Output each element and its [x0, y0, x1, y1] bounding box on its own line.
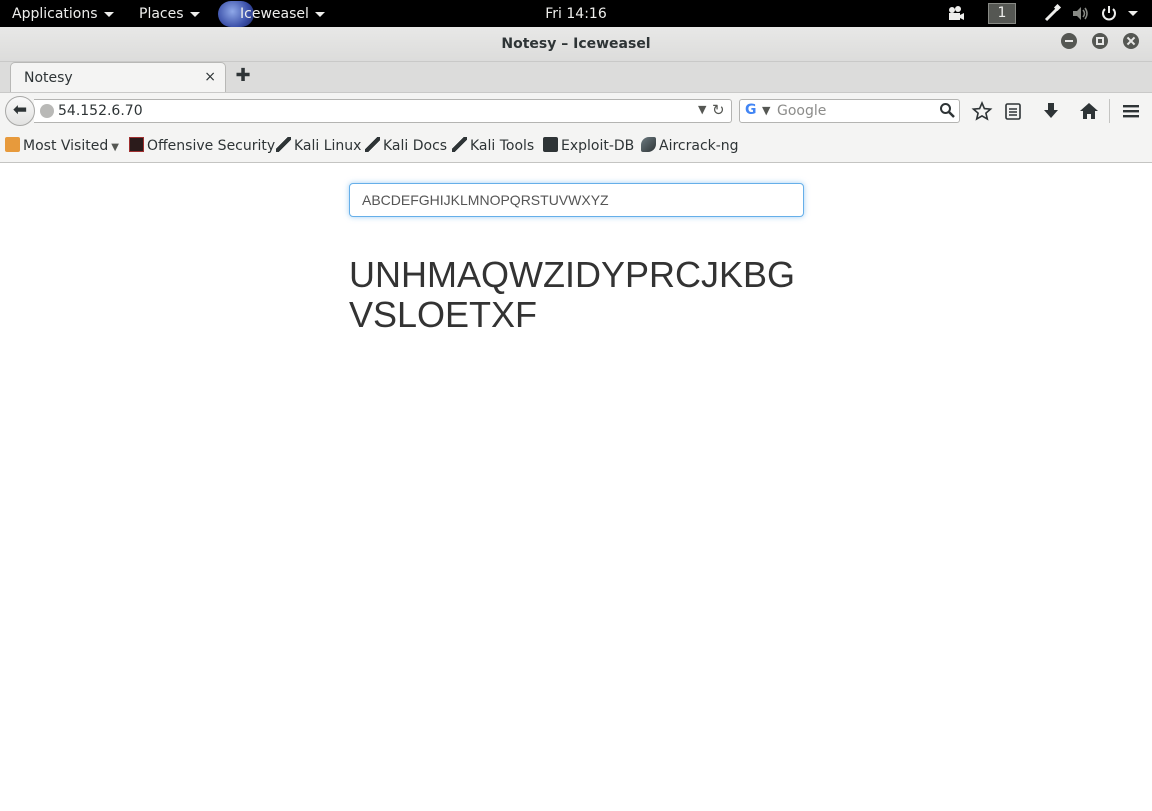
bookmark-label: Aircrack-ng [659, 138, 739, 154]
kali-dragon-icon [276, 137, 291, 152]
bookmark-label: Offensive Security [147, 138, 276, 154]
power-icon[interactable] [1100, 4, 1118, 23]
bookmark-exploit-db[interactable]: Exploit-DB [543, 137, 634, 155]
network-wired-icon[interactable] [1043, 4, 1062, 23]
note-input[interactable]: ABCDEFGHIJKLMNOPQRSTUVWXYZ [349, 183, 804, 217]
bookmark-aircrack-ng[interactable]: Aircrack-ng [641, 137, 739, 155]
system-menu-caret-icon[interactable] [1128, 11, 1138, 16]
home-icon[interactable] [1078, 100, 1100, 122]
search-engine-dropdown-icon[interactable]: ▼ [762, 104, 770, 117]
url-text[interactable]: 54.152.6.70 [58, 103, 143, 119]
maximize-button[interactable] [1092, 33, 1108, 49]
window-title: Notesy – Iceweasel [501, 36, 651, 52]
bookmark-label: Exploit-DB [561, 138, 635, 154]
bookmark-label: Most Visited [23, 138, 109, 154]
clock-label: Fri 14:16 [545, 6, 607, 22]
exploitdb-icon [543, 137, 558, 152]
navigation-toolbar: 54.152.6.70 ▼ ↻ ⬅ G ▼ Google [0, 92, 1152, 128]
video-camera-icon[interactable] [947, 4, 965, 23]
bookmarks-toolbar: Most Visited ▼ Offensive Security Kali Li… [0, 128, 1152, 163]
tab-strip: Notesy × ✚ [0, 62, 1152, 93]
back-button[interactable]: ⬅ [5, 96, 35, 126]
back-arrow-icon: ⬅ [12, 100, 28, 120]
bookmark-label: Kali Linux [294, 138, 362, 154]
folder-icon [5, 137, 20, 152]
kali-dragon-icon [365, 137, 380, 152]
volume-icon[interactable] [1071, 4, 1090, 23]
bookmark-most-visited[interactable]: Most Visited ▼ [5, 137, 119, 155]
bookmark-star-icon[interactable] [971, 100, 993, 122]
google-icon[interactable]: G [745, 102, 757, 118]
url-bar[interactable]: 54.152.6.70 ▼ ↻ [34, 99, 732, 123]
tab-notesy[interactable]: Notesy × [10, 62, 226, 93]
tab-label: Notesy [24, 70, 73, 86]
search-bar[interactable]: G ▼ Google [739, 99, 960, 123]
bookmark-offensive-security[interactable]: Offensive Security [129, 137, 275, 155]
hamburger-menu-icon[interactable] [1120, 100, 1142, 122]
url-history-dropdown-icon[interactable]: ▼ [698, 103, 706, 116]
window-titlebar[interactable]: Notesy – Iceweasel [0, 27, 1152, 62]
bookmark-kali-linux[interactable]: Kali Linux [276, 137, 361, 155]
page-content: ABCDEFGHIJKLMNOPQRSTUVWXYZ UNHMAQWZIDYPR… [0, 163, 1152, 811]
workspace-number: 1 [997, 5, 1007, 21]
new-tab-button[interactable]: ✚ [234, 66, 252, 86]
cipher-output: UNHMAQWZIDYPRCJKBGVSLOETXF [349, 254, 796, 335]
kali-dragon-icon [452, 137, 467, 152]
toolbar-separator [1109, 99, 1110, 123]
offsec-icon [129, 137, 144, 152]
bookmark-kali-tools[interactable]: Kali Tools [452, 137, 534, 155]
aircrack-icon [641, 137, 656, 152]
tab-close-icon[interactable]: × [204, 69, 216, 85]
minimize-button[interactable] [1061, 33, 1077, 49]
reload-icon[interactable]: ↻ [712, 101, 725, 119]
globe-icon [40, 104, 54, 118]
bookmark-kali-docs[interactable]: Kali Docs [365, 137, 447, 155]
bookmark-label: Kali Docs [383, 138, 448, 154]
close-window-button[interactable] [1123, 33, 1139, 49]
search-icon[interactable] [939, 102, 955, 118]
search-input[interactable]: Google [777, 103, 826, 119]
bookmark-label: Kali Tools [470, 138, 535, 154]
downloads-icon[interactable] [1040, 100, 1062, 122]
clock[interactable]: Fri 14:16 [0, 5, 1152, 23]
dropdown-icon: ▼ [111, 142, 119, 153]
gnome-top-bar: Applications Places Iceweasel Fri 14:16 … [0, 0, 1152, 27]
bookmarks-menu-icon[interactable] [1002, 100, 1024, 122]
workspace-indicator[interactable]: 1 [988, 3, 1016, 24]
